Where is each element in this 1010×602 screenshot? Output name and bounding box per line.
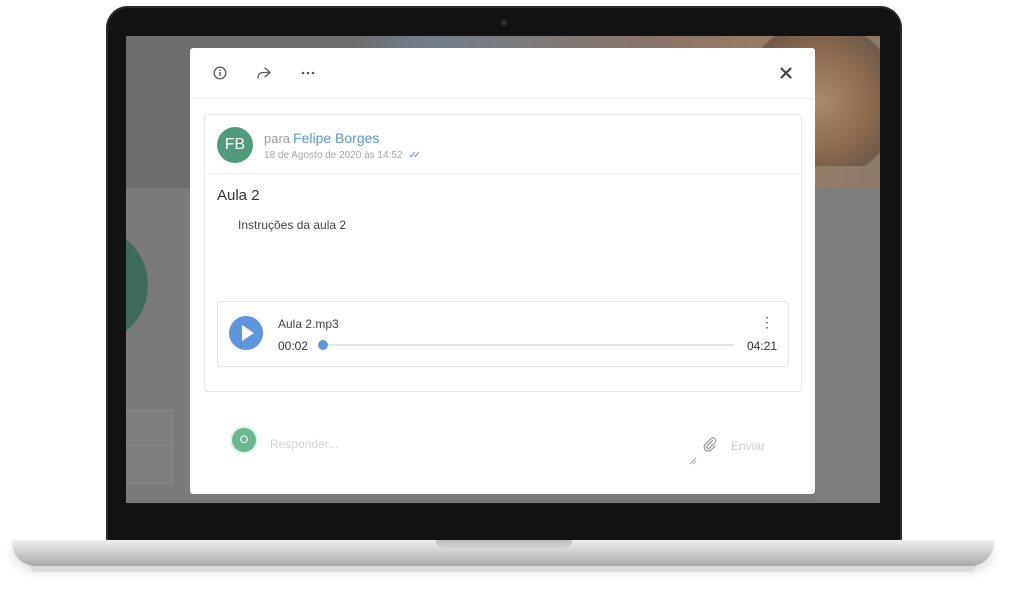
camera [500, 19, 508, 27]
message-card: FB para Felipe Borges 18 de Agosto de 202… [204, 114, 802, 392]
message-date: 18 de Agosto de 2020 às 14:52 [264, 150, 403, 161]
message-header: FB para Felipe Borges 18 de Agosto de 202… [205, 115, 801, 174]
audio-progress-handle[interactable] [318, 340, 329, 350]
audio-more-icon[interactable]: ⋮ [760, 315, 774, 329]
message-modal: FB para Felipe Borges 18 de Agosto de 202… [190, 48, 815, 494]
message-title: Aula 2 [217, 187, 260, 204]
close-icon[interactable] [777, 64, 795, 82]
background-sidebar [816, 188, 880, 503]
laptop-foot [30, 566, 976, 572]
modal-toolbar [190, 48, 815, 99]
sender-avatar: FB [217, 127, 253, 163]
audio-file-name: Aula 2.mp3 [278, 317, 339, 331]
audio-current-time: 00:02 [278, 339, 309, 353]
message-description: Instruções da aula 2 [238, 218, 347, 232]
reply-bar: O Enviar [190, 408, 815, 494]
message-date-line: 18 de Agosto de 2020 às 14:52 ✓✓ [264, 150, 421, 161]
share-icon[interactable] [255, 64, 273, 82]
play-button[interactable] [229, 316, 263, 350]
reply-input[interactable] [268, 434, 692, 454]
audio-player: Aula 2.mp3 ⋮ 00:02 04:21 [217, 301, 789, 367]
double-check-icon: ✓✓ [408, 150, 421, 161]
attach-icon[interactable] [702, 436, 718, 452]
user-avatar: O [232, 428, 256, 452]
more-icon[interactable] [299, 64, 317, 82]
send-button[interactable]: Enviar [731, 439, 765, 453]
laptop-notch [436, 540, 572, 550]
recipient-line: para Felipe Borges [264, 130, 379, 146]
recipient-prefix: para [264, 131, 291, 146]
background-list [126, 410, 173, 484]
audio-progress-track[interactable] [318, 340, 734, 350]
info-icon[interactable] [211, 64, 229, 82]
recipient-link[interactable]: Felipe Borges [293, 130, 379, 146]
audio-total-time: 04:21 [746, 339, 777, 353]
resize-handle-icon[interactable] [689, 452, 697, 465]
